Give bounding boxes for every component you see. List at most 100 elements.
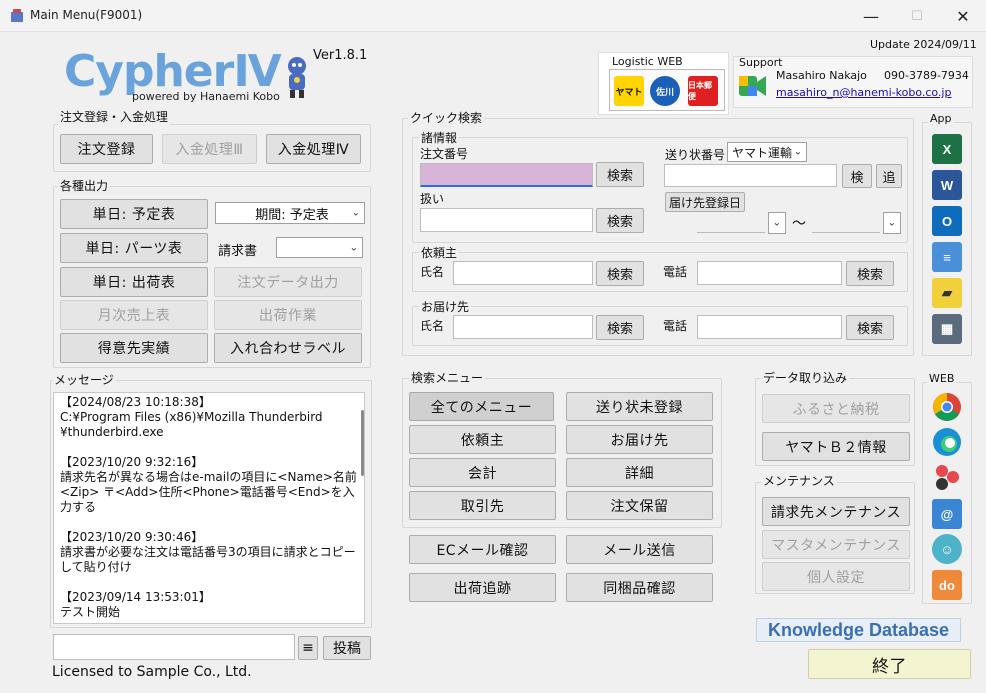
client-name-input[interactable] <box>453 261 593 285</box>
license-label: Licensed to Sample Co., Ltd. <box>52 664 252 680</box>
cluster-icon[interactable] <box>932 462 962 492</box>
dest-date-button[interactable]: 届け先登録日 <box>665 192 745 212</box>
dest-phone-input[interactable] <box>697 315 842 339</box>
sagawa-logo-icon[interactable]: 佐川 <box>650 76 680 106</box>
maintenance-label: メンテナンス <box>761 472 837 489</box>
message-input[interactable] <box>53 634 295 660</box>
mail-send-button[interactable]: メール送信 <box>566 535 713 564</box>
client-phone-search-button[interactable]: 検索 <box>846 261 894 286</box>
logistic-icons: ヤマト 佐川 日本郵便 <box>609 69 725 111</box>
support-phone: 090-3789-7934 <box>884 69 969 82</box>
date-from-dropdown[interactable]: ⌄ <box>768 212 786 234</box>
message-list[interactable]: 【2024/08/23 10:18:38】 C:¥Program Files (… <box>53 392 365 624</box>
dest-phone-search-button[interactable]: 検索 <box>846 315 894 340</box>
period-combo-value: 期間: 予定表 <box>255 207 329 223</box>
support-label: Support <box>739 56 783 69</box>
dest-menu-button[interactable]: お届け先 <box>566 425 713 454</box>
chat-icon[interactable]: ☺ <box>932 534 962 564</box>
tracking-input[interactable] <box>664 164 837 187</box>
handling-input[interactable] <box>420 208 593 232</box>
quick-search-label: クイック検索 <box>408 109 485 126</box>
insert-label-button[interactable]: 入れ合わせラベル <box>214 333 362 363</box>
business-partner-button[interactable]: 取引先 <box>409 491 556 520</box>
outlook-icon[interactable]: O <box>932 206 962 236</box>
minimize-button[interactable]: — <box>848 0 894 32</box>
tracking-search-button[interactable]: 検 <box>842 164 872 188</box>
sticky-notes-icon[interactable]: ▰ <box>932 278 962 308</box>
japanpost-logo-icon[interactable]: 日本郵便 <box>688 76 718 106</box>
period-schedule-combo[interactable]: 期間: 予定表 ⌄ <box>215 202 365 224</box>
chevron-down-icon: ⌄ <box>351 207 360 219</box>
monthly-sales-button[interactable]: 月次売上表 <box>60 300 208 330</box>
master-maintenance-button[interactable]: マスタメンテナンス <box>762 530 910 559</box>
tracking-add-button[interactable]: 追 <box>876 164 902 188</box>
dest-name-label: 氏名 <box>420 319 445 333</box>
dest-name-input[interactable] <box>453 315 593 339</box>
support-email-link[interactable]: masahiro_n@hanemi-kobo.co.jp <box>776 86 951 99</box>
client-phone-input[interactable] <box>697 261 842 285</box>
mail-icon[interactable]: @ <box>932 499 962 529</box>
furusato-button[interactable]: ふるさと納税 <box>762 394 910 423</box>
meet-icon[interactable] <box>739 74 767 98</box>
excel-icon[interactable]: X <box>932 134 962 164</box>
invoice-combo[interactable]: ⌄ <box>276 237 363 258</box>
shipping-tracking-button[interactable]: 出荷追跡 <box>409 573 556 602</box>
message-scrollbar[interactable] <box>361 410 364 476</box>
order-register-button[interactable]: 注文登録 <box>60 134 153 164</box>
payment4-button[interactable]: 入金処理Ⅳ <box>266 134 361 164</box>
order-no-input[interactable] <box>420 163 593 187</box>
invoice-label: 請求書 <box>218 244 258 259</box>
yamato-b2-button[interactable]: ヤマトＢ２情報 <box>762 432 910 461</box>
knowledge-database-button[interactable]: Knowledge Database <box>756 618 961 642</box>
accounting-menu-button[interactable]: 会計 <box>409 458 556 487</box>
shipping-work-button[interactable]: 出荷作業 <box>214 300 362 330</box>
order-hold-button[interactable]: 注文保留 <box>566 491 713 520</box>
do-icon[interactable]: do <box>932 570 962 600</box>
handling-label: 扱い <box>420 192 445 206</box>
exit-button[interactable]: 終了 <box>808 649 971 679</box>
post-button[interactable]: 投稿 <box>323 636 371 660</box>
client-menu-button[interactable]: 依頼主 <box>409 425 556 454</box>
close-button[interactable]: ✕ <box>940 0 986 32</box>
carrier-combo[interactable]: ヤマト運輸 ⌄ <box>727 142 807 162</box>
order-export-button[interactable]: 注文データ出力 <box>214 267 362 297</box>
daily-schedule-button[interactable]: 単日: 予定表 <box>60 199 208 229</box>
chrome-icon[interactable] <box>932 392 962 422</box>
client-group-label: 依頼主 <box>419 244 460 261</box>
order-no-search-button[interactable]: 検索 <box>596 162 644 187</box>
output-group-label: 各種出力 <box>58 177 111 194</box>
chevron-down-icon: ⌄ <box>887 217 896 229</box>
maximize-button[interactable]: ☐ <box>894 0 940 32</box>
chevron-down-icon: ⌄ <box>793 146 802 158</box>
client-name-label: 氏名 <box>420 265 445 279</box>
yamato-logo-icon[interactable]: ヤマト <box>614 76 644 106</box>
edge-icon[interactable] <box>932 427 962 457</box>
dest-name-search-button[interactable]: 検索 <box>596 315 644 340</box>
search-menu-label: 検索メニュー <box>409 369 486 386</box>
date-to-dropdown[interactable]: ⌄ <box>883 212 901 234</box>
personal-settings-button[interactable]: 個人設定 <box>762 562 910 591</box>
title-bar: Main Menu(F9001) — ☐ ✕ <box>0 0 986 32</box>
client-name-search-button[interactable]: 検索 <box>596 261 644 286</box>
calculator-icon[interactable]: ▦ <box>932 314 962 344</box>
customer-result-button[interactable]: 得意先実績 <box>60 333 208 363</box>
support-name: Masahiro Nakajo <box>776 69 867 82</box>
daily-shipping-button[interactable]: 単日: 出荷表 <box>60 267 208 297</box>
order-group-label: 注文登録・入金処理 <box>58 108 171 125</box>
unregistered-tracking-button[interactable]: 送り状未登録 <box>566 392 713 421</box>
handling-search-button[interactable]: 検索 <box>596 208 644 233</box>
notepad-icon[interactable]: ≡ <box>932 242 962 272</box>
logistic-web-panel: Logistic WEB ヤマト 佐川 日本郵便 <box>598 52 729 115</box>
bundled-check-button[interactable]: 同梱品確認 <box>566 573 713 602</box>
word-icon[interactable]: W <box>932 170 962 200</box>
menu-icon[interactable]: ≡ <box>298 636 318 660</box>
detail-menu-button[interactable]: 詳細 <box>566 458 713 487</box>
date-to-input[interactable] <box>812 213 880 233</box>
daily-parts-button[interactable]: 単日: パーツ表 <box>60 233 208 263</box>
all-menu-button[interactable]: 全てのメニュー <box>409 392 554 421</box>
dest-phone-label: 電話 <box>663 319 688 333</box>
ec-mail-button[interactable]: ECメール確認 <box>409 535 556 564</box>
billing-maintenance-button[interactable]: 請求先メンテナンス <box>762 497 910 526</box>
date-from-input[interactable] <box>697 213 765 233</box>
payment3-button[interactable]: 入金処理Ⅲ <box>162 134 257 164</box>
